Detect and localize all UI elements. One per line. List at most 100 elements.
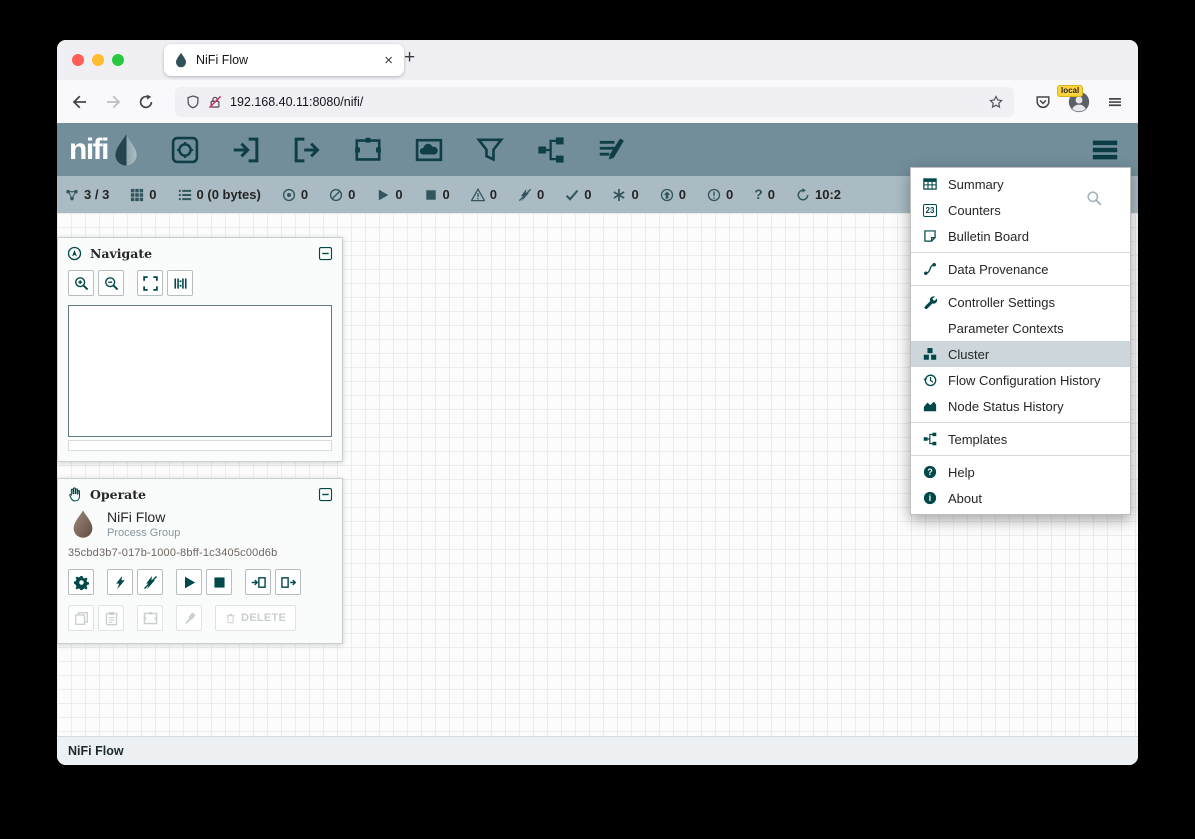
component-type: Process Group [107,527,180,539]
tracking-shield-icon[interactable] [186,95,200,109]
sticky-note-icon [922,229,938,243]
forward-icon[interactable] [105,94,121,110]
pocket-icon[interactable] [1035,94,1051,110]
zoom-actual-size-button[interactable] [167,270,193,296]
zoom-in-button[interactable] [68,270,94,296]
start-button[interactable] [176,569,202,595]
menu-item-label: Controller Settings [948,295,1055,310]
tab-bar: NiFi Flow × + [57,40,1138,80]
connected-nodes-count: 3 / 3 [65,187,109,202]
last-refresh-time: 10:2 [796,187,841,202]
menu-item-parameter-contexts[interactable]: Parameter Contexts [911,315,1130,341]
insecure-lock-icon[interactable] [208,95,222,109]
menu-item-templates[interactable]: Templates [911,426,1130,452]
bookmark-star-icon[interactable] [989,95,1003,109]
create-template-button[interactable] [245,569,271,595]
birdseye-view[interactable] [68,305,332,437]
menu-item-label: About [948,491,982,506]
upload-template-button[interactable] [275,569,301,595]
menu-item-cluster[interactable]: Cluster [911,341,1130,367]
arrow-circle-up-icon [660,188,674,202]
url-text[interactable]: 192.168.40.11:8080/nifi/ [230,95,363,109]
input-port-icon[interactable] [232,136,260,164]
svg-text:?: ? [927,467,932,477]
process-group-drop-icon [68,509,98,539]
remote-process-group-icon[interactable] [415,136,443,164]
stale-count: 0 [660,187,686,202]
process-group-icon[interactable] [354,136,382,164]
menu-divider [911,285,1130,286]
navigate-panel-body [58,266,342,461]
locally-modified-stale-count: 0 [707,187,733,202]
search-icon[interactable] [1086,190,1102,206]
question-circle-icon: ? [922,465,938,479]
stop-button[interactable] [206,569,232,595]
template-icon[interactable] [537,136,565,164]
menu-item-about[interactable]: iAbout [911,485,1130,511]
running-count: 0 [376,187,402,202]
new-tab-button[interactable]: + [404,48,415,67]
disable-button[interactable] [137,569,163,595]
operate-panel-title: Operate [90,487,146,502]
funnel-icon[interactable] [476,136,504,164]
upload-template-icon [281,575,296,590]
queued-count-value: 0 (0 bytes) [197,187,261,202]
menu-item-help[interactable]: ? Help [911,459,1130,485]
zoom-out-icon [104,276,119,291]
gear-icon [74,575,89,590]
minimize-window-button[interactable] [92,54,104,66]
back-icon[interactable] [72,94,88,110]
menu-item-data-provenance[interactable]: Data Provenance [911,256,1130,282]
configuration-button[interactable] [68,569,94,595]
browser-menu-icon[interactable] [1107,94,1123,110]
last-refresh-time-value: 10:2 [815,187,841,202]
menu-item-label: Templates [948,432,1007,447]
template-icon [922,432,938,446]
tab-close-icon[interactable]: × [382,53,395,68]
tab-title: NiFi Flow [196,53,375,67]
zoom-fit-button[interactable] [137,270,163,296]
invalid-count-value: 0 [490,187,497,202]
zoom-fit-icon [143,276,158,291]
label-icon[interactable] [598,136,626,164]
global-menu-button[interactable] [1090,135,1120,165]
navigate-collapse-button[interactable] [318,246,333,261]
group-button [137,605,163,631]
browser-tab[interactable]: NiFi Flow × [164,44,404,76]
create-template-icon [251,575,266,590]
profile-avatar[interactable]: local [1068,91,1090,113]
brush-icon [182,611,197,626]
sync-failure-count: ?0 [754,187,775,202]
copy-icon [74,611,89,626]
menu-item-bulletin-board[interactable]: Bulletin Board [911,223,1130,249]
copy-button [68,605,94,631]
sync-failure-count-value: 0 [768,187,775,202]
locally-modified-count: 0 [612,187,638,202]
reload-icon[interactable] [138,94,154,110]
menu-item-label: Bulletin Board [948,229,1029,244]
check-icon [565,188,579,202]
navigate-icon [67,246,82,261]
menu-item-label: Help [948,465,975,480]
stopped-count-value: 0 [443,187,450,202]
queued-count: 0 (0 bytes) [178,187,261,202]
operate-panel-header: Operate [58,479,342,507]
navigate-panel: Navigate [57,237,343,462]
hand-icon [67,487,82,502]
enable-button[interactable] [107,569,133,595]
cluster-icon [65,188,79,202]
menu-item-flow-configuration-history[interactable]: Flow Configuration History [911,367,1130,393]
fullscreen-window-button[interactable] [112,54,124,66]
not-transmitting-count: 0 [329,187,355,202]
operate-collapse-button[interactable] [318,487,333,502]
locally-modified-count-value: 0 [631,187,638,202]
output-port-icon[interactable] [293,136,321,164]
zoom-out-button[interactable] [98,270,124,296]
menu-item-controller-settings[interactable]: Controller Settings [911,289,1130,315]
url-bar[interactable]: 192.168.40.11:8080/nifi/ [175,87,1014,117]
processor-icon[interactable] [171,136,199,164]
menu-item-node-status-history[interactable]: Node Status History [911,393,1130,419]
breadcrumb[interactable]: NiFi Flow [68,744,124,758]
close-window-button[interactable] [72,54,84,66]
birdseye-scrollbar[interactable] [68,440,332,451]
